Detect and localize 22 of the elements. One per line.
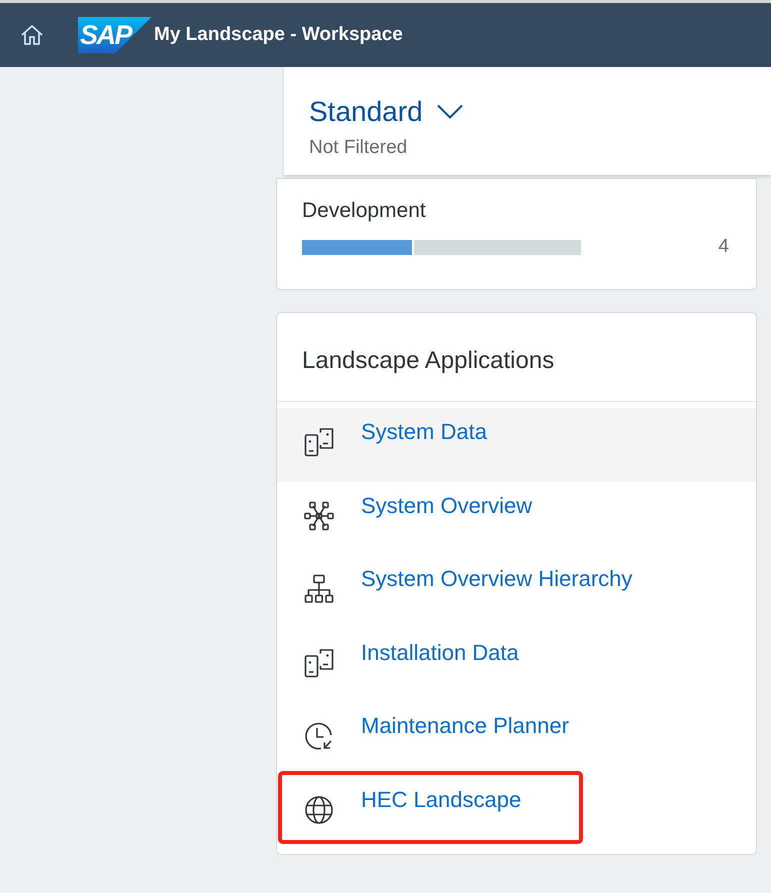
app-list-item[interactable]: System Overview bbox=[277, 482, 756, 555]
app-list-item[interactable]: System Overview Hierarchy bbox=[277, 555, 756, 628]
devices-icon bbox=[304, 648, 334, 678]
app-list-item[interactable]: HEC Landscape bbox=[277, 776, 756, 849]
variant-selector[interactable]: Standard bbox=[309, 95, 463, 129]
home-icon bbox=[20, 23, 44, 47]
app-list-item[interactable]: Installation Data bbox=[277, 628, 756, 702]
network-icon bbox=[304, 500, 334, 530]
globe-icon bbox=[304, 794, 334, 824]
chevron-down-icon bbox=[436, 104, 463, 120]
devices-icon bbox=[304, 427, 334, 457]
card-title: Landscape Applications bbox=[301, 346, 556, 374]
app-title: My Landscape - Workspace bbox=[154, 24, 403, 46]
filter-status: Not Filtered bbox=[309, 136, 408, 158]
card-title: Development bbox=[302, 198, 427, 222]
company-logo: SAP bbox=[78, 16, 152, 54]
app-list-item[interactable]: Maintenance Planner bbox=[277, 702, 756, 776]
count-label: 4 bbox=[718, 236, 729, 258]
home-button[interactable] bbox=[20, 23, 44, 47]
clock-icon bbox=[304, 721, 334, 751]
app-list-item[interactable]: System Data bbox=[277, 408, 756, 482]
hierarchy-icon bbox=[304, 574, 334, 604]
